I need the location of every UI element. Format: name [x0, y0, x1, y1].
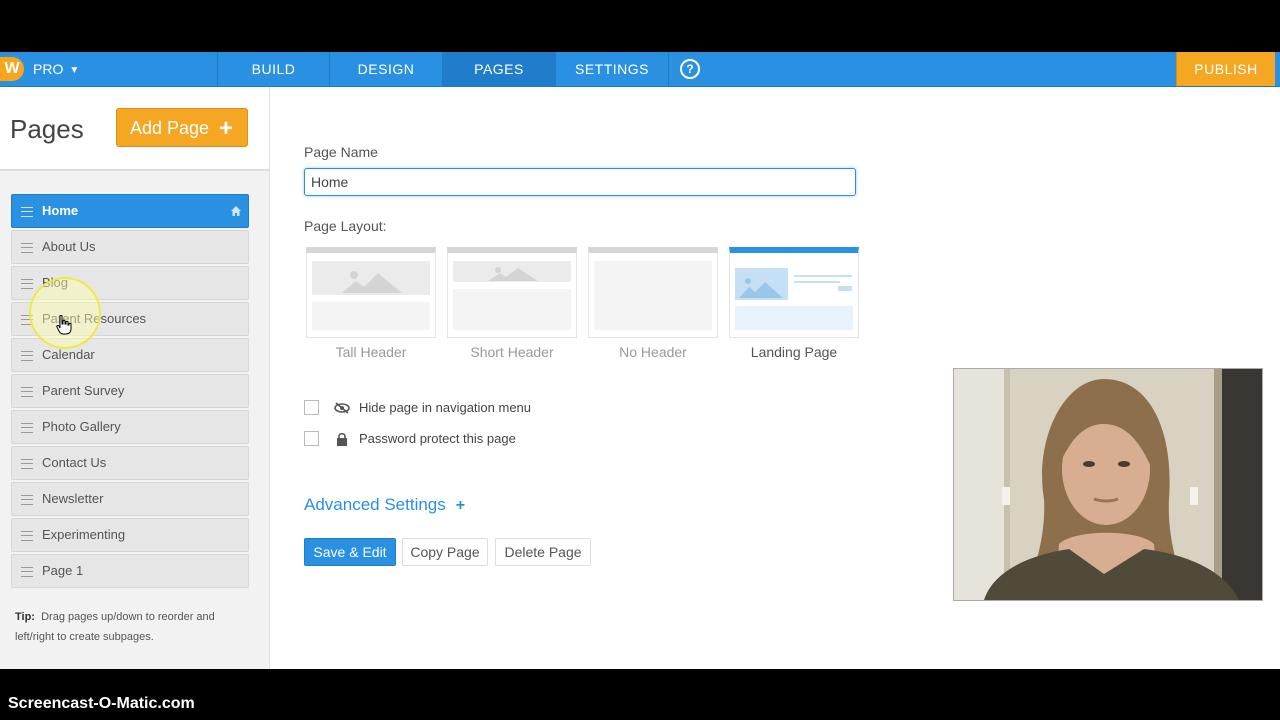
page-item-label: Parent Survey: [42, 383, 125, 398]
page-item-label: Photo Gallery: [42, 419, 121, 434]
page-item-home[interactable]: Home: [11, 194, 249, 228]
plus-icon: +: [455, 497, 466, 514]
lock-icon: [337, 432, 347, 446]
drag-handle-icon[interactable]: [21, 567, 33, 577]
page-name-input[interactable]: [304, 168, 856, 196]
drag-handle-icon[interactable]: [21, 207, 33, 217]
advanced-settings-label: Advanced Settings: [304, 495, 446, 514]
layout-thumbnail: [588, 247, 718, 338]
page-item-label: Experimenting: [42, 527, 126, 542]
home-icon: [231, 206, 241, 216]
layout-label: Landing Page: [750, 344, 838, 360]
plus-icon: +: [218, 115, 233, 142]
nav-divider: [668, 52, 669, 86]
page-item-parent-survey[interactable]: Parent Survey: [11, 374, 249, 408]
copy-page-button[interactable]: Copy Page: [402, 538, 488, 566]
chevron-down-icon: ▼: [69, 65, 80, 76]
screen-bottom-bar: Screencast-O-Matic.com: [0, 669, 1280, 720]
password-protect-label: Password protect this page: [359, 431, 516, 446]
layout-body-block: [312, 302, 430, 330]
layout-body-block: [735, 306, 853, 330]
hidden-eye-icon: [334, 402, 350, 414]
image-placeholder-icon: [488, 267, 538, 281]
drag-handle-icon[interactable]: [21, 279, 33, 289]
layout-tall-header[interactable]: Tall Header: [306, 247, 436, 360]
drag-handle-icon[interactable]: [21, 459, 33, 469]
hide-in-nav-checkbox[interactable]: [304, 400, 319, 415]
layout-thumbnail: [729, 247, 859, 338]
layout-label: Short Header: [470, 344, 554, 360]
top-nav: W PRO ▼ BUILD DESIGN PAGES SETTINGS ? PUB…: [0, 52, 1280, 87]
drag-handle-icon[interactable]: [21, 495, 33, 505]
advanced-settings-link[interactable]: Advanced Settings +: [304, 495, 465, 515]
tab-pages[interactable]: PAGES: [443, 52, 555, 86]
save-edit-button[interactable]: Save & Edit: [304, 538, 396, 566]
page-item-photo-gallery[interactable]: Photo Gallery: [11, 410, 249, 444]
presenter-video: [954, 369, 1262, 600]
layout-text-line: [794, 275, 852, 277]
add-page-button[interactable]: Add Page +: [116, 108, 248, 147]
tip-text: Drag pages up/down to reorder and left/r…: [15, 611, 215, 643]
layout-landing-page[interactable]: Landing Page: [729, 247, 859, 360]
layout-text-line: [794, 281, 840, 283]
tab-settings[interactable]: SETTINGS: [556, 52, 668, 86]
page-item-newsletter[interactable]: Newsletter: [11, 482, 249, 516]
page-item-label: Newsletter: [42, 491, 104, 506]
tab-design[interactable]: DESIGN: [330, 52, 442, 86]
password-protect-checkbox[interactable]: [304, 431, 319, 446]
layout-label: Tall Header: [335, 344, 407, 360]
page-item-experimenting[interactable]: Experimenting: [11, 518, 249, 552]
reorder-tip: Tip: Drag pages up/down to reorder and l…: [15, 607, 255, 647]
page-item-about-us[interactable]: About Us: [11, 230, 249, 264]
page-item-label: About Us: [42, 239, 96, 254]
page-layout-label: Page Layout:: [304, 218, 387, 234]
hand-cursor-icon: [56, 315, 72, 335]
screencast-watermark: Screencast-O-Matic.com: [8, 695, 195, 712]
drag-handle-icon[interactable]: [21, 243, 33, 253]
image-placeholder-icon: [739, 278, 783, 298]
drag-handle-icon[interactable]: [21, 423, 33, 433]
sidebar-header: Pages Add Page +: [0, 87, 269, 171]
layout-no-header[interactable]: No Header: [588, 247, 718, 360]
drag-handle-icon[interactable]: [21, 531, 33, 541]
page-item-label: Page 1: [42, 563, 84, 578]
plan-dropdown[interactable]: PRO ▼: [33, 52, 79, 86]
page-item-contact-us[interactable]: Contact Us: [11, 446, 249, 480]
pages-sidebar: Pages Add Page + Home About Us Blog Paren…: [0, 87, 270, 669]
tip-label: Tip:: [15, 611, 35, 623]
weebly-logo[interactable]: W: [0, 57, 24, 81]
help-icon[interactable]: ?: [680, 59, 700, 79]
drag-handle-icon[interactable]: [21, 387, 33, 397]
layout-button-block: [838, 286, 852, 291]
webcam-overlay: [953, 368, 1263, 601]
sidebar-title: Pages: [10, 114, 84, 144]
page-item-page-1[interactable]: Page 1: [11, 554, 249, 588]
layout-short-header[interactable]: Short Header: [447, 247, 577, 360]
plan-label: PRO: [33, 61, 64, 77]
layout-thumbnail: [306, 247, 436, 338]
page-item-label: Home: [42, 203, 79, 218]
drag-handle-icon[interactable]: [21, 351, 33, 361]
page-list: Home About Us Blog Parent Resources Cale…: [11, 194, 249, 590]
layout-hero-image: [735, 268, 788, 300]
hide-in-nav-label: Hide page in navigation menu: [359, 400, 532, 415]
delete-page-button[interactable]: Delete Page: [495, 538, 591, 566]
layout-body-block: [453, 289, 571, 330]
cursor-highlight: [29, 277, 101, 349]
image-placeholder-icon: [342, 271, 402, 293]
layout-label: No Header: [619, 344, 687, 360]
screen-top-border: [0, 0, 1280, 52]
page-item-label: Contact Us: [42, 455, 107, 470]
layout-body-block: [594, 261, 712, 330]
layout-thumbnail: [447, 247, 577, 338]
add-page-label: Add Page: [130, 118, 210, 138]
page-name-label: Page Name: [304, 144, 378, 160]
publish-button[interactable]: PUBLISH: [1176, 52, 1275, 86]
tab-build[interactable]: BUILD: [218, 52, 329, 86]
